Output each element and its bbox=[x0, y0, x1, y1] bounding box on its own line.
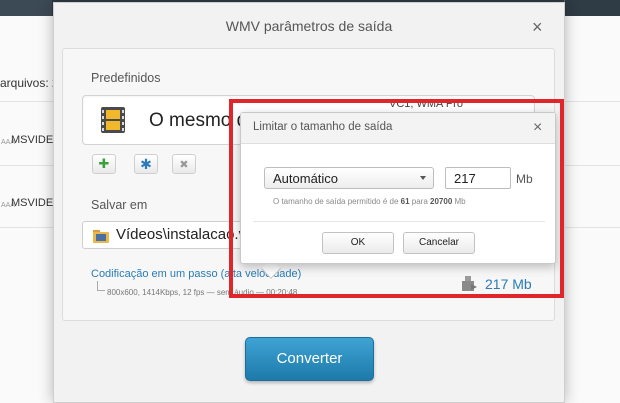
gear-icon: ✱ bbox=[140, 155, 152, 172]
highlight-box bbox=[229, 99, 564, 298]
delete-preset-button[interactable]: ✖ bbox=[172, 154, 196, 174]
film-icon bbox=[101, 107, 125, 133]
background-toolbar-right bbox=[564, 0, 620, 16]
background-toolbar-left bbox=[0, 0, 52, 16]
add-preset-button[interactable]: ✚ bbox=[92, 154, 116, 174]
close-icon: ✖ bbox=[179, 158, 189, 171]
preset-settings-button[interactable]: ✱ bbox=[134, 154, 158, 174]
dialog-title: WMV parâmetros de saída bbox=[225, 18, 393, 34]
plus-icon: ✚ bbox=[98, 156, 110, 171]
convert-button[interactable]: Converter bbox=[245, 337, 374, 381]
presets-label: Predefinidos bbox=[91, 71, 161, 85]
tree-connector bbox=[97, 281, 105, 291]
files-count-label: arquivos: 2 bbox=[0, 76, 59, 90]
folder-icon bbox=[93, 230, 109, 243]
save-to-label: Salvar em bbox=[91, 198, 148, 212]
dialog-close-icon[interactable]: × bbox=[532, 18, 543, 36]
